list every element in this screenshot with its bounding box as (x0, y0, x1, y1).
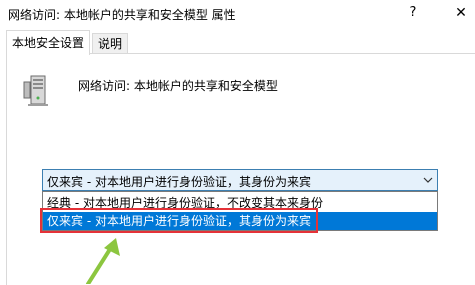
window-title: 网络访问: 本地帐户的共享和安全模型 属性 (8, 8, 236, 22)
server-icon (23, 75, 48, 106)
dropdown-list: 经典 - 对本地用户进行身份验证，不改变其本来身份 仅来宾 - 对本地用户进行身… (42, 191, 438, 231)
tab-explain[interactable]: 说明 (92, 33, 129, 54)
chevron-down-icon (423, 177, 433, 183)
option-guest-only[interactable]: 仅来宾 - 对本地用户进行身份验证，其身份为来宾 (43, 212, 437, 230)
annotation-arrow-icon (86, 238, 120, 284)
tab-local-security-setting[interactable]: 本地安全设置 (6, 30, 91, 55)
tab-strip: 本地安全设置 说明 (0, 30, 475, 55)
select-value: 仅来宾 - 对本地用户进行身份验证，其身份为来宾 (47, 175, 311, 189)
policy-title: 网络访问: 本地帐户的共享和安全模型 (78, 79, 278, 93)
help-button[interactable]: ? (402, 2, 424, 24)
title-bar: 网络访问: 本地帐户的共享和安全模型 属性 ? ✕ (0, 0, 475, 30)
close-button[interactable]: ✕ (450, 2, 472, 24)
tab-label: 说明 (98, 37, 123, 51)
tab-label: 本地安全设置 (12, 36, 85, 50)
option-classic[interactable]: 经典 - 对本地用户进行身份验证，不改变其本来身份 (43, 194, 437, 212)
security-model-select[interactable]: 仅来宾 - 对本地用户进行身份验证，其身份为来宾 (42, 169, 438, 191)
